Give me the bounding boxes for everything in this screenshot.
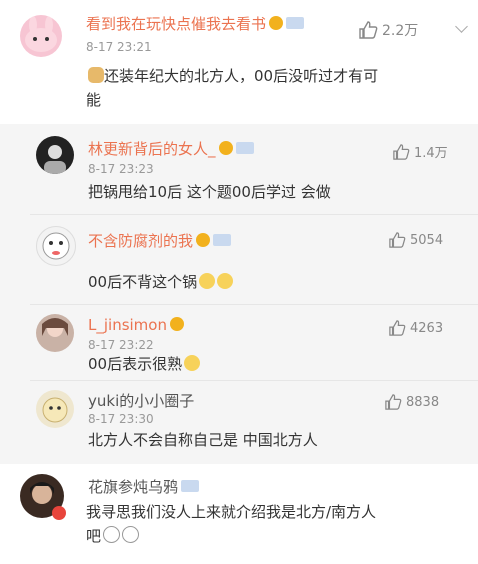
- like-count: 4263: [410, 320, 444, 336]
- reply-author[interactable]: 林更新背后的女人_: [88, 140, 216, 158]
- emoji-icon: [122, 526, 140, 543]
- reply-author-link[interactable]: 不含防腐剂的我: [88, 230, 232, 251]
- emoji-icon: [217, 272, 234, 289]
- comment-text: 还装年纪大的北方人，00后没听过才有可 能: [86, 66, 379, 109]
- rabbit-avatar-icon: [25, 16, 57, 52]
- vip-icon: [218, 140, 233, 155]
- thumb-up-icon: [389, 232, 406, 248]
- reply-item: yuki的小小圈子 8-17 23:30 8838 北方人不会自称自己是 中国北…: [0, 380, 478, 464]
- avatar[interactable]: [36, 314, 74, 352]
- dog-emoji-icon: [88, 66, 104, 83]
- comment-item: 花旗参炖乌鸦 我寻思我们没人上来就介绍我是北方/南方人 吧: [0, 464, 478, 564]
- like-button[interactable]: 2.2万: [358, 20, 418, 40]
- level-badge-icon: [235, 141, 254, 154]
- person-avatar-icon: [42, 318, 68, 337]
- verified-badge-icon: [52, 506, 66, 520]
- avatar[interactable]: [36, 136, 74, 174]
- like-count: 2.2万: [382, 23, 419, 39]
- comment-author-link[interactable]: 花旗参炖乌鸦: [88, 476, 200, 497]
- reply-author-link[interactable]: L_jinsimon: [88, 316, 184, 334]
- emoji-icon: [184, 354, 201, 371]
- reply-text: 00后表示很熟: [88, 352, 201, 376]
- reply-author-link[interactable]: 林更新背后的女人_: [88, 138, 254, 159]
- comment-author[interactable]: 看到我在玩快点催我去看书: [86, 15, 266, 33]
- avatar[interactable]: [20, 15, 62, 57]
- thumb-up-icon: [389, 320, 406, 336]
- reply-author[interactable]: L_jinsimon: [88, 316, 167, 334]
- vip-icon: [169, 316, 184, 331]
- level-badge-icon: [213, 233, 232, 246]
- main-comment: 看到我在玩快点催我去看书 8-17 23:21 2.2万 还装年纪大的北方人，0…: [0, 0, 478, 128]
- reply-time: 8-17 23:22: [88, 338, 154, 352]
- like-count: 1.4万: [414, 146, 448, 161]
- comment-time: 8-17 23:21: [86, 40, 152, 54]
- reply-text: 00后不背这个锅: [88, 270, 234, 294]
- comment-author-link[interactable]: 看到我在玩快点催我去看书: [86, 13, 305, 34]
- vip-icon: [269, 15, 284, 30]
- reply-time: 8-17 23:23: [88, 162, 154, 176]
- reply-text: 把锅甩给10后 这个题00后学过 会做: [88, 183, 331, 201]
- like-button[interactable]: 8838: [384, 394, 439, 410]
- chevron-down-icon[interactable]: [455, 20, 468, 33]
- reply-author[interactable]: yuki的小小圈子: [88, 390, 194, 411]
- emoji-icon: [199, 272, 216, 289]
- avatar[interactable]: [36, 226, 76, 266]
- thumb-up-icon: [393, 143, 410, 160]
- thumb-up-icon: [385, 394, 402, 410]
- reply-text: 北方人不会自称自己是 中国北方人: [88, 431, 318, 449]
- like-button[interactable]: 5054: [388, 232, 443, 248]
- face-avatar-icon: [42, 232, 70, 260]
- reply-author[interactable]: 不含防腐剂的我: [88, 232, 193, 250]
- reply-item: 不含防腐剂的我 5054 00后不背这个锅: [0, 214, 478, 304]
- cartoon-avatar-icon: [42, 397, 68, 423]
- level-badge-icon: [286, 16, 305, 29]
- vip-icon: [196, 232, 211, 247]
- reply-item: L_jinsimon 8-17 23:22 4263 00后表示很熟: [0, 304, 478, 380]
- level-badge-icon: [181, 479, 200, 492]
- reply-item: 林更新背后的女人_ 8-17 23:23 1.4万 把锅甩给10后 这个题00后…: [0, 124, 478, 214]
- comment-text: 我寻思我们没人上来就介绍我是北方/南方人 吧: [86, 503, 377, 545]
- like-count: 8838: [406, 394, 440, 410]
- thumb-up-icon: [359, 21, 378, 39]
- like-count: 5054: [410, 232, 444, 248]
- emoji-icon: [103, 526, 121, 543]
- like-button[interactable]: 1.4万: [392, 142, 448, 161]
- like-button[interactable]: 4263: [388, 320, 443, 336]
- avatar[interactable]: [36, 390, 74, 428]
- reply-time: 8-17 23:30: [88, 412, 154, 426]
- comment-author[interactable]: 花旗参炖乌鸦: [88, 478, 178, 496]
- person-avatar-icon: [44, 145, 66, 174]
